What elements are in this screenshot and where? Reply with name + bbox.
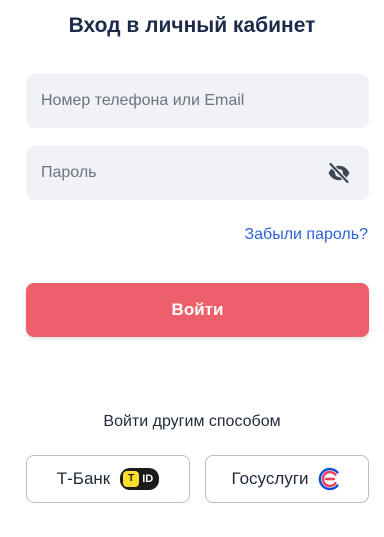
gosuslugi-logo-icon [318, 467, 342, 491]
login-input[interactable] [26, 74, 369, 128]
tbank-id-text: ID [142, 473, 154, 485]
password-input[interactable] [26, 146, 369, 200]
login-button[interactable]: Войти [26, 283, 369, 337]
password-field-container [26, 146, 369, 200]
eye-slash-icon[interactable] [327, 161, 351, 185]
tbank-shield-icon: T [123, 471, 140, 487]
tbank-label: Т-Банк [56, 469, 111, 488]
gosuslugi-label: Госуслуги [231, 469, 309, 488]
login-field-container [26, 74, 369, 128]
page-title: Вход в личный кабинет [68, 14, 316, 37]
forgot-password-link[interactable]: Забыли пароль? [244, 226, 368, 244]
gosuslugi-login-button[interactable]: Госуслуги [205, 455, 369, 503]
tbank-login-button[interactable]: Т-Банк T ID [26, 455, 190, 503]
alternative-login-title: Войти другим способом [103, 413, 281, 430]
tbank-id-icon: T ID [120, 468, 160, 490]
